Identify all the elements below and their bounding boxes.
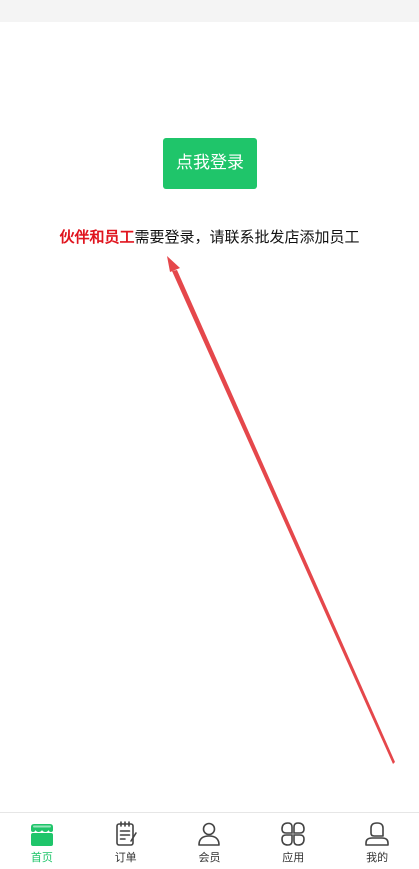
bottom-tab-bar: 首页 订单 会员 应用 我的 (0, 812, 419, 869)
status-bar (0, 0, 419, 22)
notice-text: 需要登录，请联系批发店添加员工 (134, 228, 360, 246)
notice-highlight: 伙伴和员工 (59, 228, 135, 246)
annotation-arrow (167, 256, 395, 764)
tab-profile-label: 我的 (366, 851, 389, 864)
member-icon (198, 822, 221, 846)
tab-orders[interactable]: 订单 (84, 813, 168, 869)
tab-profile[interactable]: 我的 (335, 813, 419, 869)
tab-home-label: 首页 (30, 851, 53, 864)
apps-grid-icon (281, 822, 306, 846)
tab-home[interactable]: 首页 (0, 813, 84, 869)
profile-icon (365, 822, 389, 846)
login-notice: 伙伴和员工需要登录，请联系批发店添加员工 (0, 227, 419, 247)
tab-apps[interactable]: 应用 (251, 813, 335, 869)
annotation-arrow-head (167, 256, 180, 272)
annotation-arrow-shaft (172, 270, 395, 764)
tab-members-label: 会员 (198, 851, 221, 864)
tab-members[interactable]: 会员 (168, 813, 252, 869)
tab-apps-label: 应用 (282, 851, 305, 864)
login-screen: 点我登录 伙伴和员工需要登录，请联系批发店添加员工 首页 订单 会员 应用 我的 (0, 0, 419, 869)
order-list-icon (115, 821, 137, 846)
login-button[interactable]: 点我登录 (163, 138, 257, 189)
tab-orders-label: 订单 (114, 851, 137, 864)
store-icon (30, 824, 53, 846)
